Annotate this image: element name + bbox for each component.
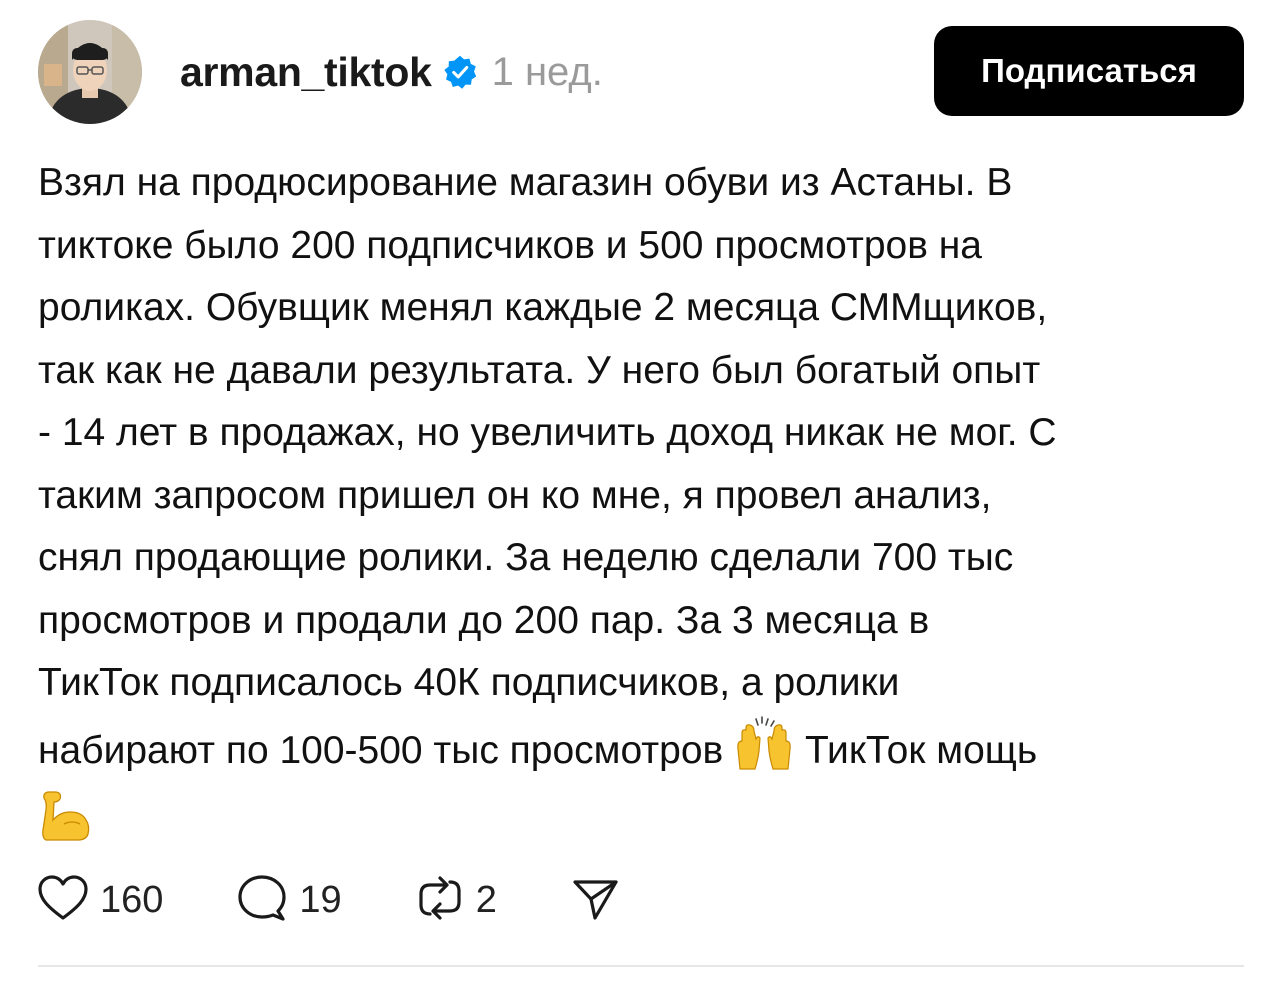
comment-count: 19 xyxy=(299,878,342,921)
post-header: arman_tiktok 1 нед. Подписаться xyxy=(38,20,1244,124)
flexed-biceps-emoji xyxy=(38,790,94,864)
post-text-line: ТикТок подписалось 40К подписчиков, а ро… xyxy=(38,661,900,704)
post-text-line-11 xyxy=(38,790,1248,864)
verified-badge-icon xyxy=(442,54,478,90)
repost-count: 2 xyxy=(475,878,497,921)
like-button[interactable]: 160 xyxy=(38,874,164,926)
repost-icon xyxy=(416,874,464,927)
post-text-line: так как не давали результата. У него был… xyxy=(38,348,1041,392)
share-button[interactable] xyxy=(571,874,619,927)
send-icon xyxy=(571,874,619,927)
post-text-line: таким запросом пришел он ко мне, я прове… xyxy=(38,473,992,517)
post-text-segment: набирают по 100-500 тыс просмотров xyxy=(38,728,724,772)
post-text-line: тиктоке было 200 подписчиков и 500 просм… xyxy=(38,223,982,267)
divider xyxy=(38,965,1244,967)
username[interactable]: arman_tiktok xyxy=(180,49,432,96)
post-text-line: просмотров и продали до 200 пар. За 3 ме… xyxy=(38,598,930,642)
raising-hands-emoji xyxy=(734,715,794,791)
post-text-line: Взял на продюсирование магазин обуви из … xyxy=(38,161,1013,204)
post-text-segment: ТикТок мощь xyxy=(804,728,1038,772)
comment-button[interactable]: 19 xyxy=(237,874,342,927)
repost-button[interactable]: 2 xyxy=(416,874,497,927)
post-text-line: снял продающие ролики. За неделю сделали… xyxy=(38,536,1014,579)
follow-button[interactable]: Подписаться xyxy=(934,26,1244,116)
post-actions: 160 19 2 xyxy=(38,868,693,932)
post-text: Взял на продюсирование магазин обуви из … xyxy=(38,152,1248,864)
avatar[interactable] xyxy=(38,20,142,124)
author-line: arman_tiktok 1 нед. xyxy=(180,46,603,98)
post-time: 1 нед. xyxy=(491,49,603,94)
comment-bubble-icon xyxy=(237,874,287,927)
heart-icon xyxy=(38,874,88,926)
like-count: 160 xyxy=(100,878,164,921)
post-text-line: роликах. Обувщик менял каждые 2 месяца С… xyxy=(38,286,1048,329)
post-text-line-10: набирают по 100-500 тыс просмотров ТикТо… xyxy=(38,715,1248,791)
post-text-line: - 14 лет в продажах, но увеличить доход … xyxy=(38,411,1057,454)
